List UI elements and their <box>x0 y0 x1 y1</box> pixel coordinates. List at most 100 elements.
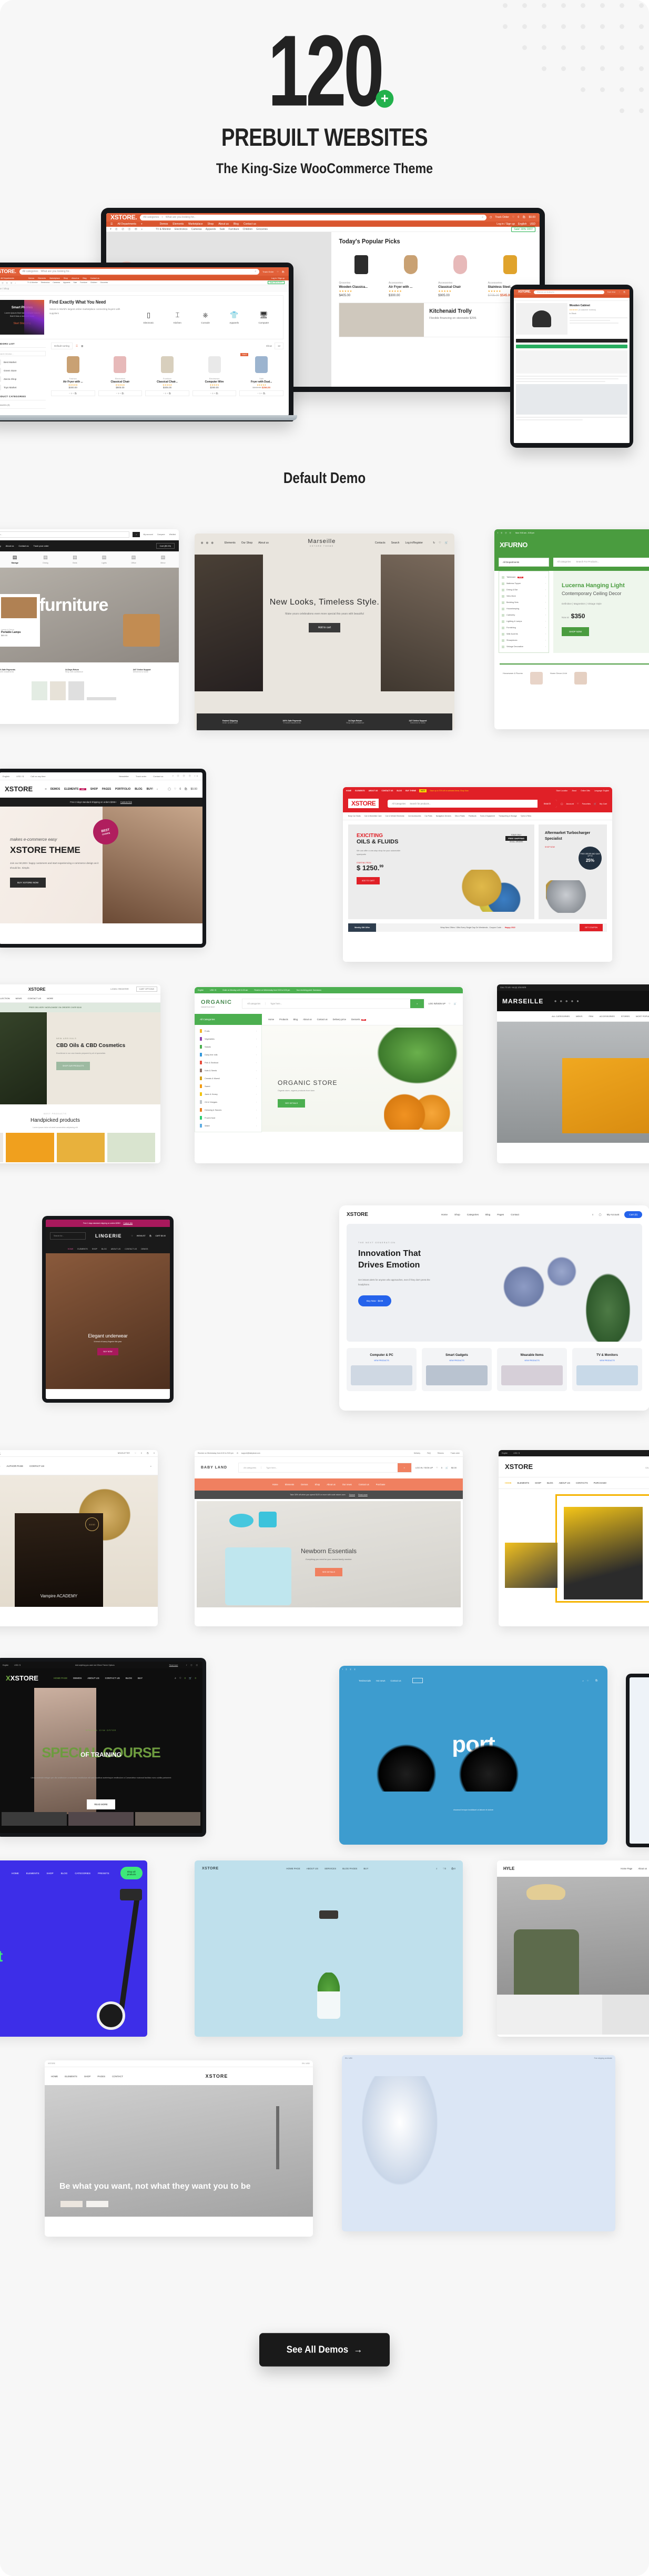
social-icons[interactable]: f ⓨ ⓞ ⓐ <box>342 1668 357 1671</box>
mockup-subnav-item-6[interactable]: Children <box>243 228 253 231</box>
cart-icon[interactable]: 🛍 <box>595 1679 598 1682</box>
furniture-nav-item-2[interactable]: Blog <box>0 545 1 547</box>
tablet-search-bar[interactable]: What are you looking for.. <box>534 290 604 294</box>
tablet-track-order[interactable]: Track Order <box>607 291 616 293</box>
see-all-demos-button[interactable]: See All Demos → <box>259 2333 390 2367</box>
headphones-button[interactable]: Buy Now - $249 <box>358 1295 392 1306</box>
furniture-account-link-0[interactable]: My account <box>143 534 153 536</box>
tools-nav-item-0[interactable]: HOME <box>505 1482 512 1484</box>
tools-nav-item-6[interactable]: PURCHASE! <box>594 1482 606 1484</box>
search-icon[interactable]: ⌕ <box>255 270 256 273</box>
xfurno-sidebar-item-0[interactable]: Tableware SALE › <box>502 574 546 580</box>
cbd-nav-item-5[interactable]: CONTACT US <box>28 997 42 1000</box>
organic-topbar-item-0[interactable]: English <box>198 989 204 991</box>
mockup-search-placeholder[interactable]: What are you looking for.. <box>166 216 196 219</box>
heart-icon[interactable]: ♡ <box>135 1452 136 1454</box>
autoparts-search-button[interactable]: Search <box>537 799 557 808</box>
tools-nav-item-1[interactable]: ELEMENTS <box>518 1482 530 1484</box>
autoparts-strip-button[interactable]: GET COUPON <box>579 924 603 931</box>
organic-sidebar[interactable]: Fruits › Vegetables › Salads › Dairy-fre… <box>195 1025 262 1132</box>
laptop-track-order[interactable]: Track Order <box>262 270 273 273</box>
laptop-nav-item-0[interactable]: Demos <box>28 277 34 279</box>
cart-icon[interactable]: 🛍 <box>149 1235 152 1237</box>
newborn-search-placeholder[interactable]: Type here... <box>261 1466 397 1469</box>
headphones-card-1[interactable]: Smart Gadgets VIEW PRODUCTS <box>422 1348 492 1391</box>
xfurno-search-category[interactable]: All categories <box>557 560 571 564</box>
laptop-product-1[interactable]: Electronics Classical Chair ★★★★★ $905.0… <box>98 352 143 396</box>
newborn-topbar-right-2[interactable]: Returns <box>438 1452 444 1454</box>
xfurno-departments[interactable]: All Departments <box>499 558 549 567</box>
cart-icon[interactable]: 🛍 <box>623 291 625 293</box>
autoparts-nav-item-1[interactable]: ELEMENTS <box>355 790 364 792</box>
autoparts-hero-button[interactable]: ADD TO CART <box>357 877 380 885</box>
show-count-select[interactable]: 12 <box>274 343 283 349</box>
organic-sidebar-item-4[interactable]: Fish & Seafood › <box>195 1059 261 1066</box>
organic-search-placeholder[interactable]: Type here... <box>266 1002 410 1005</box>
organic-login[interactable]: LOG IN/SIGN UP <box>428 1002 445 1005</box>
demo-card-academy[interactable]: STANDARD SHIPPING ON ORDERS $85+ CUSTOM … <box>0 1450 158 1626</box>
headphones-nav-item-4[interactable]: Pages <box>497 1213 504 1216</box>
autoparts-cart[interactable]: My Cart <box>600 802 607 805</box>
tools-nav-item-2[interactable]: SHOP <box>535 1482 541 1484</box>
trendy-nav-item-1[interactable]: ELEMENTS <box>65 2075 77 2078</box>
lingerie-nav-item-2[interactable]: SHOP <box>92 1248 97 1250</box>
demo-card-watch[interactable]: EN / USD Free shipping worldwide <box>342 2055 615 2231</box>
bike-buy-now[interactable] <box>412 1678 423 1683</box>
organic-topbar-item-4[interactable]: Your receiving point: Damascus <box>296 989 321 991</box>
laptop-subnav-item-0[interactable]: TV & Monitor <box>27 281 38 284</box>
hamburger-icon[interactable]: ☰ <box>110 223 113 226</box>
furniture-tab-6[interactable]: ▤ Mirror <box>160 555 165 564</box>
newborn-login[interactable]: LOG IN / SIGN UP <box>415 1466 433 1469</box>
laptop-nav-item-4[interactable]: About us <box>72 277 79 279</box>
cart-icon[interactable]: 🛒 <box>445 1466 448 1469</box>
laptop-search-category[interactable]: All categories <box>23 270 38 273</box>
laptop-search-bar[interactable]: All categories What are you looking for.… <box>19 268 260 275</box>
laptop-product-3[interactable]: Electronics Computer Wire ★★★★★ $290.00 … <box>192 352 237 396</box>
flowerpot-nav-item-3[interactable]: BLOG PAGES <box>342 1867 357 1870</box>
user-icon[interactable]: ◯ <box>599 1213 602 1216</box>
tablet-add-to-cart[interactable] <box>516 339 627 343</box>
tools-topbar-left-0[interactable]: English <box>502 1452 508 1454</box>
gym-topbar-left-1[interactable]: USD / $ <box>14 1664 21 1666</box>
laptop-qty-stepper-0[interactable]: − 1 + 🛍 <box>51 390 95 396</box>
laptop-category-3[interactable]: 👕 Apparels <box>229 311 239 324</box>
autoparts-subnav-item-2[interactable]: Car & Vehicle Electronic <box>386 815 404 817</box>
xfurno-sidebar[interactable]: Tableware SALE › Mattress Topper › Dinin… <box>499 571 549 653</box>
xstore-theme-shipping-link[interactable]: Custom link <box>120 801 132 803</box>
laptop-promo-banner[interactable]: Smart Phones Lorem Ipsum that has a simp… <box>0 300 44 335</box>
furniture-cart[interactable]: Cart ($0.00) <box>156 543 175 549</box>
user-icon[interactable]: ◯ <box>561 802 563 805</box>
mockup-subnav-item-7[interactable]: Groceries <box>256 228 268 231</box>
social-icons[interactable]: f ⓨ ⓞ ⓐ in <box>173 774 199 778</box>
laptop-qty-stepper-1[interactable]: − 1 + 🛍 <box>98 390 143 396</box>
xfurno-sidebar-item-8[interactable]: Furnishing › <box>502 625 546 631</box>
demo-card-furniture[interactable]: ☰ All Categories Search... ⌕ My accountC… <box>0 529 179 724</box>
social-icons[interactable]: ◍ ◍ ◍ ◍ ◍ <box>554 1000 580 1002</box>
vendor-3[interactable]: Toys Market <box>0 385 46 390</box>
headphones-card-link-3[interactable]: VIEW PRODUCTS <box>576 1360 638 1362</box>
gym-nav-item-0[interactable]: HOME PAGE <box>54 1677 67 1679</box>
mockup-subnav-item-2[interactable]: Cameras <box>191 228 201 231</box>
mockup-nav-item-4[interactable]: About us <box>218 223 229 226</box>
mockup-account[interactable]: Log in / Sign up <box>496 223 515 226</box>
headphones-nav-item-5[interactable]: Contact <box>511 1213 519 1216</box>
mockup-subnav-item-0[interactable]: TV & Monitor <box>156 228 171 231</box>
autoparts-search-category[interactable]: All Categories <box>388 802 410 805</box>
autoparts-subnav-item-5[interactable]: Navigation Devices <box>436 815 451 817</box>
organic-sidebar-item-0[interactable]: Fruits › <box>195 1027 261 1035</box>
autoparts-account[interactable]: Account <box>566 802 574 805</box>
bike-nav-item-1[interactable]: Hot news <box>376 1679 385 1682</box>
lingerie-nav[interactable]: HOME ELEMENTS SHOP BLOG ABOUT US CONTACT US DE… <box>46 1245 170 1253</box>
newborn-promo-code[interactable]: Source <box>349 1494 355 1496</box>
newborn-nav-item-7[interactable]: Purchase <box>376 1483 386 1486</box>
xfurno-cat-1[interactable]: Houseware & Rooms <box>503 672 523 685</box>
social-icons[interactable]: f ⓨ ⓞ <box>186 1664 199 1666</box>
furniture-tab-4[interactable]: ▤ Lights <box>102 555 107 564</box>
demo-card-organic[interactable]: English USD / $ Order on Monday until 11:0… <box>195 987 463 1163</box>
autoparts-subnav-item-7[interactable]: Paintwork <box>469 815 476 817</box>
laptop-sale-badge[interactable]: Sale! 30% OFF! <box>267 281 285 284</box>
flowerpot-button[interactable] <box>319 1910 338 1919</box>
furniture-nav-item-5[interactable]: Track your order <box>34 545 49 547</box>
tools-nav-item-3[interactable]: BLOG <box>547 1482 553 1484</box>
mockup-nav-item-3[interactable]: Shop <box>208 223 214 226</box>
